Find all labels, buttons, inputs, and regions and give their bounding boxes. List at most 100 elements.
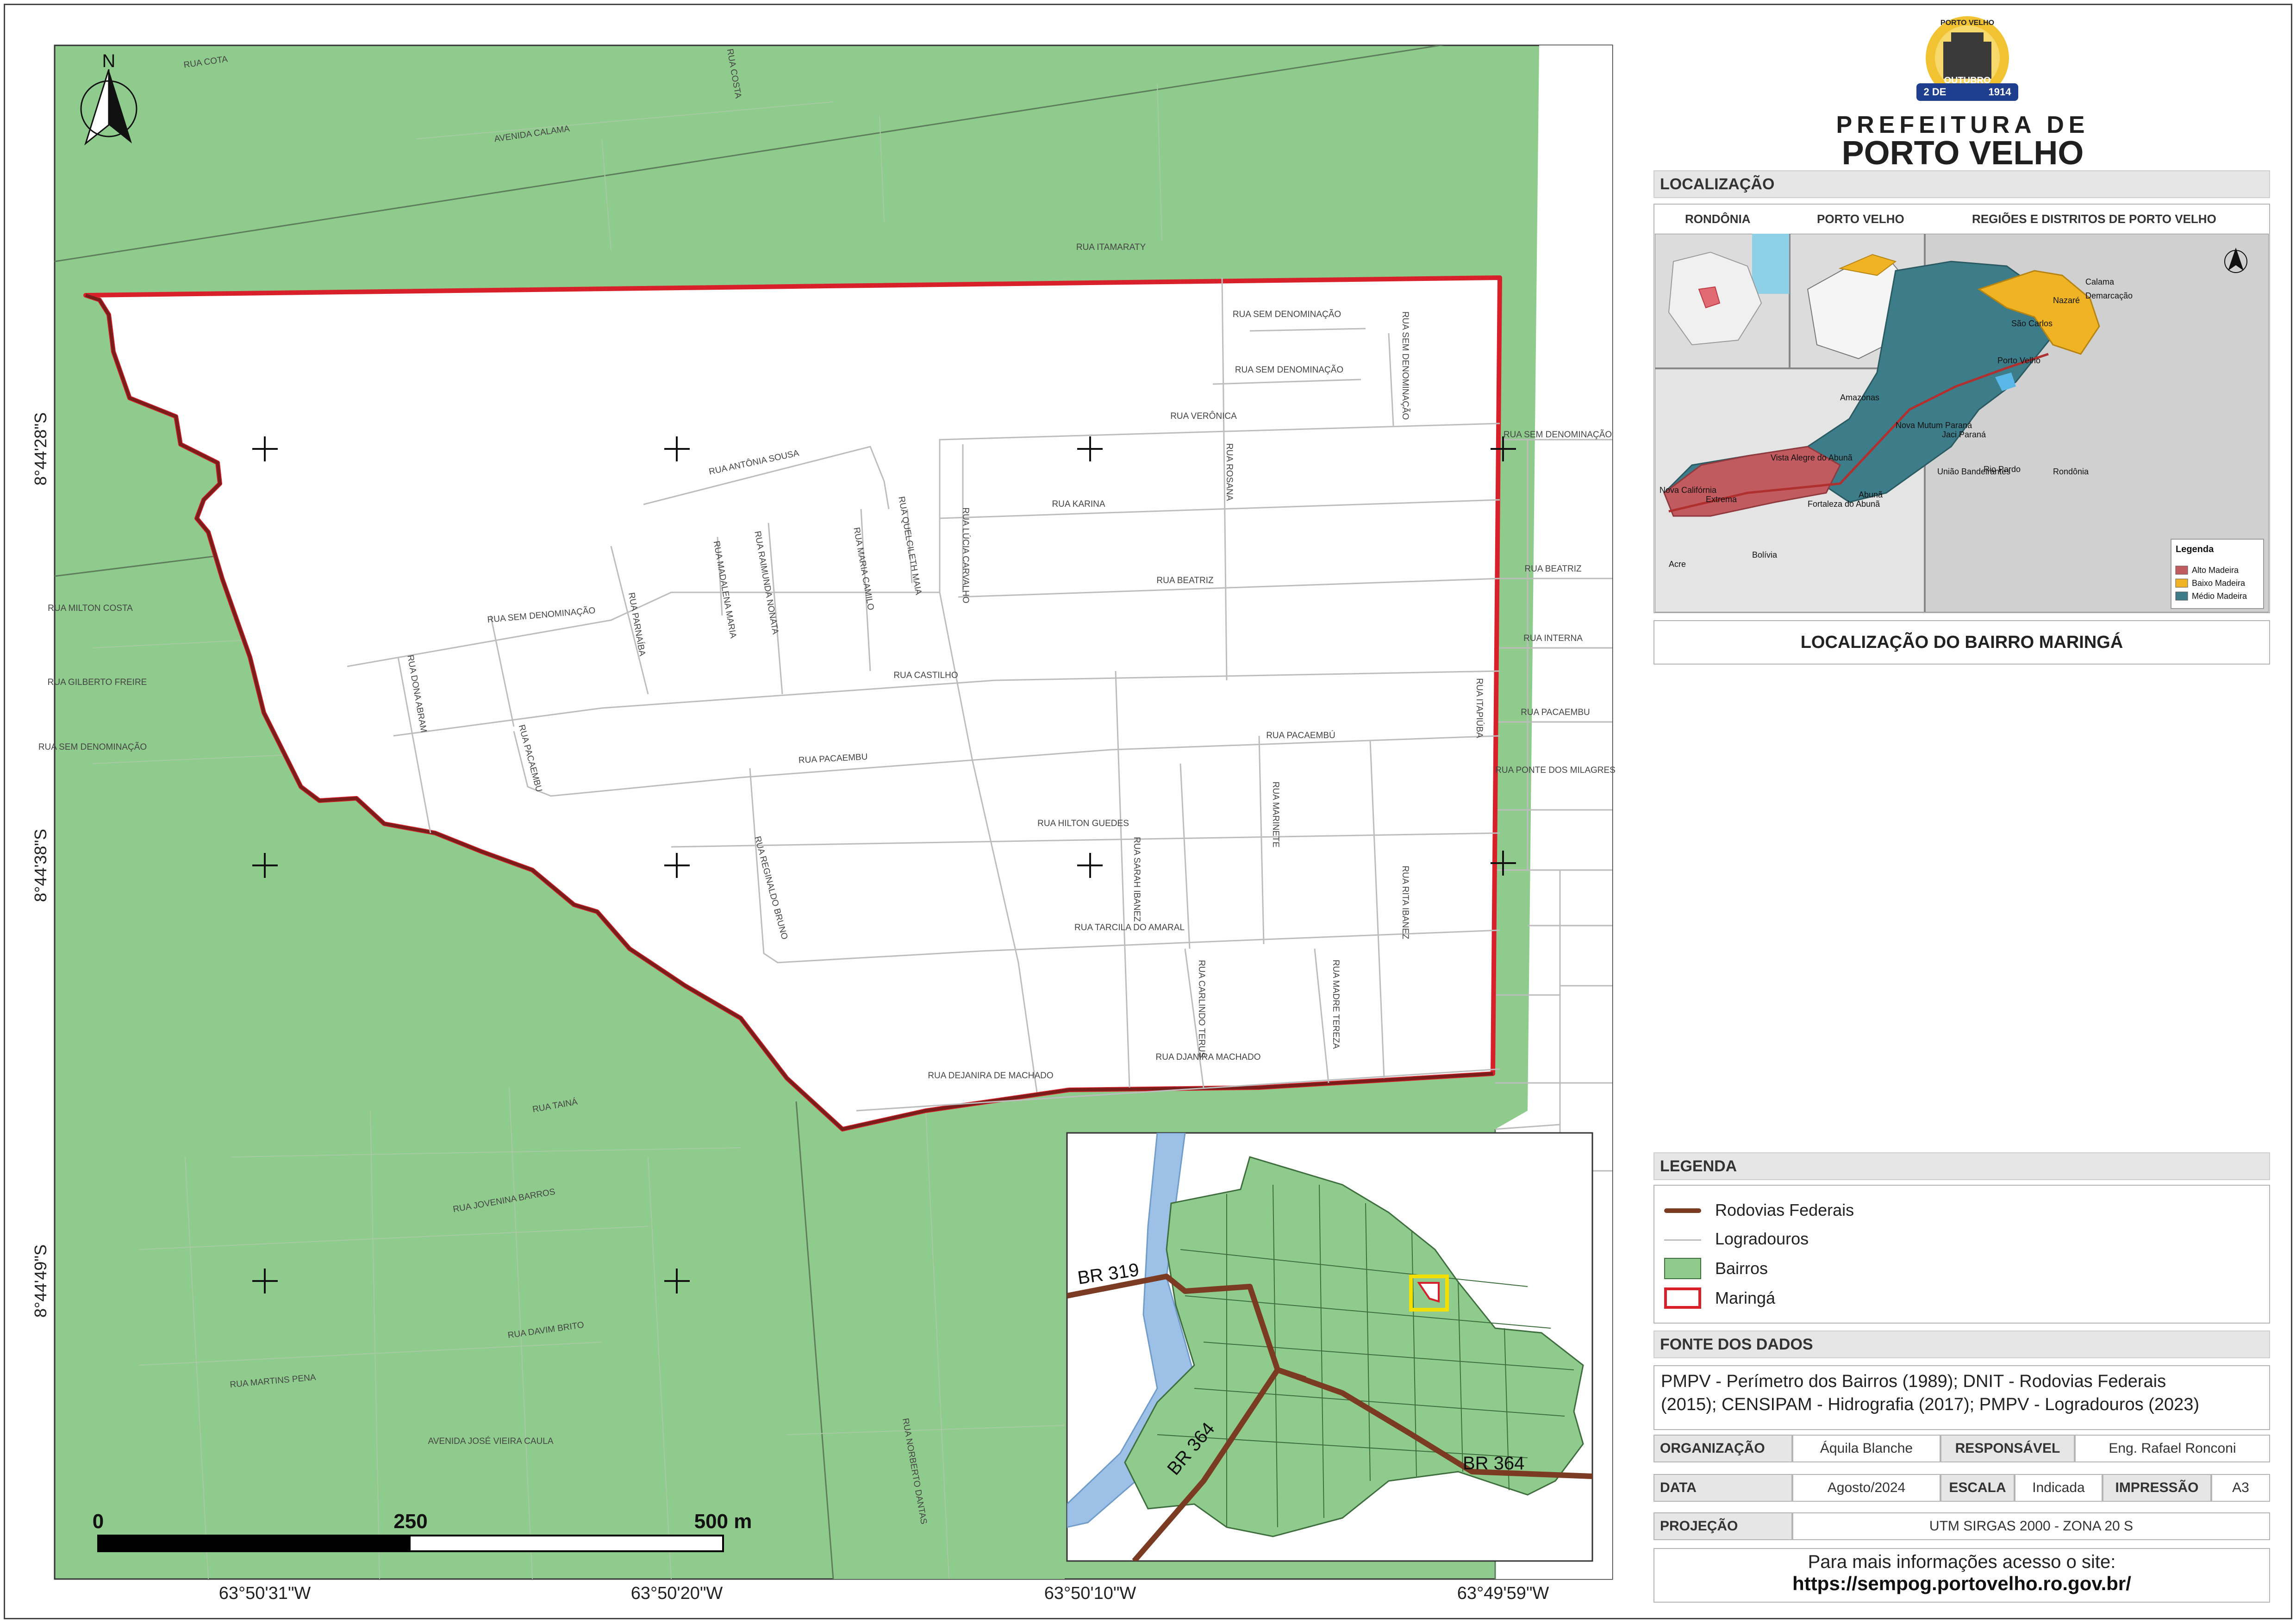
inset-city-map: BR 319 BR 364 BR 364 bbox=[1066, 1132, 1593, 1562]
organizacao-value: Áquila Blanche bbox=[1792, 1435, 1940, 1462]
escala-value: Indicada bbox=[2015, 1474, 2103, 1502]
place-label: Acre bbox=[1669, 560, 1686, 569]
footer-info-text: Para mais informações acesso o site: bbox=[1808, 1552, 2116, 1572]
street-label: RUA TARCILA DO AMARAL bbox=[1074, 923, 1185, 933]
street-label: RUA SEM DENOMINAÇÃO bbox=[1400, 311, 1410, 420]
place-label: Calama bbox=[2085, 277, 2115, 286]
street-label: AVENIDA JOSÉ VIEIRA CAULA bbox=[428, 1436, 553, 1446]
fonte-line-2: (2015); CENSIPAM - Hidrografia (2017); P… bbox=[1661, 1395, 2200, 1414]
street-label: RUA INTERNA bbox=[1523, 634, 1583, 643]
escala-label: ESCALA bbox=[1940, 1474, 2015, 1502]
street-label: RUA MILTON COSTA bbox=[48, 603, 133, 613]
city-seal-logo: PORTO VELHO OUTUBRO 2 DE 1914 bbox=[1916, 16, 2018, 101]
legenda-header: LEGENDA bbox=[1653, 1152, 2270, 1180]
highway-label: BR 364 bbox=[1463, 1453, 1524, 1474]
seal-left-text: 2 DE bbox=[1924, 86, 1947, 98]
footer-url-link[interactable]: https://sempog.portovelho.ro.gov.br/ bbox=[1654, 1573, 2269, 1595]
location-title: LOCALIZAÇÃO DO BAIRRO MARINGÁ bbox=[1653, 620, 2270, 665]
street-label: RUA SEM DENOMINAÇÃO bbox=[1233, 309, 1341, 319]
street-label: RUA PONTE DOS MILAGRES bbox=[1495, 765, 1616, 775]
seal-right-text: 1914 bbox=[1989, 86, 2012, 98]
place-label: Demarcação bbox=[2085, 291, 2133, 300]
impressao-value: A3 bbox=[2211, 1474, 2270, 1502]
street-label: RUA KARINA bbox=[1052, 499, 1105, 509]
mini-legend-swatch bbox=[2175, 566, 2188, 575]
street-label: RUA PACAEMBU bbox=[1521, 708, 1590, 717]
place-label: São Carlos bbox=[2011, 319, 2053, 328]
street-label: RUA SEM DENOMINAÇÃO bbox=[1504, 429, 1612, 440]
scale-label-start: 0 bbox=[93, 1510, 104, 1533]
impressao-label: IMPRESSÃO bbox=[2103, 1474, 2211, 1502]
seal-top-text: PORTO VELHO bbox=[1940, 19, 1994, 27]
legend-item-maringa: Maringá bbox=[1715, 1288, 1776, 1307]
organizacao-label: ORGANIZAÇÃO bbox=[1653, 1435, 1792, 1462]
street-label: RUA RITA IBANEZ bbox=[1400, 865, 1410, 939]
street-label: RUA SARAH IBANEZ bbox=[1132, 837, 1142, 922]
maringa-symbol bbox=[1664, 1287, 1701, 1309]
place-label: Nazaré bbox=[2053, 296, 2080, 305]
street-label: RUA HILTON GUEDES bbox=[1037, 819, 1129, 828]
highway-symbol bbox=[1664, 1208, 1701, 1213]
mini-legend-item: Médio Madeira bbox=[2192, 591, 2247, 601]
place-label: Nova Califórnia bbox=[1660, 485, 1717, 495]
mini-legend-swatch bbox=[2175, 578, 2188, 588]
street-label: RUA CASTILHO bbox=[893, 671, 958, 680]
scale-label-mid: 250 bbox=[393, 1510, 427, 1533]
street-label: RUA DJANIRA MACHADO bbox=[1156, 1052, 1261, 1062]
responsavel-value: Eng. Rafael Ronconi bbox=[2075, 1435, 2270, 1462]
footer-box: Para mais informações acesso o site: htt… bbox=[1653, 1548, 2270, 1603]
place-label: Extrema bbox=[1706, 495, 1737, 504]
data-label: DATA bbox=[1653, 1474, 1792, 1502]
legend-item-rodovias: Rodovias Federais bbox=[1715, 1200, 1854, 1219]
place-label: Rio Pardo bbox=[1984, 465, 2021, 474]
street-label: RUA DEJANIRA DE MACHADO bbox=[928, 1071, 1053, 1081]
street-label: RUA MARINETE bbox=[1271, 782, 1280, 848]
street-label: RUA SEM DENOMINAÇÃO bbox=[1235, 365, 1343, 375]
place-label: Bolívia bbox=[1752, 550, 1778, 560]
place-label: Porto Velho bbox=[1997, 356, 2040, 365]
location-maps: Amazonas Acre Bolívia Rondônia Nova Cali… bbox=[1655, 234, 2269, 612]
latitude-label: 8°44'38"S bbox=[31, 829, 50, 902]
legend-item-logradouros: Logradouros bbox=[1715, 1229, 1809, 1248]
street-label: RUA MADRE TEREZA bbox=[1331, 960, 1341, 1049]
longitude-label: 63°50'10"W bbox=[1044, 1584, 1136, 1603]
fonte-line-1: PMPV - Perímetro dos Bairros (1989); DNI… bbox=[1661, 1372, 2166, 1391]
responsavel-label: RESPONSÁVEL bbox=[1940, 1435, 2075, 1462]
col-title-rondonia: RONDÔNIA bbox=[1685, 212, 1751, 226]
place-label: Nova Mutum Paraná bbox=[1896, 421, 1972, 430]
street-symbol bbox=[1664, 1239, 1701, 1241]
street-label: RUA VERÔNICA bbox=[1170, 411, 1237, 421]
mini-legend-title: Legenda bbox=[2176, 544, 2214, 554]
place-label: Abunã bbox=[1859, 490, 1883, 499]
street-label: RUA ROSANA bbox=[1224, 443, 1234, 501]
localizacao-header: LOCALIZAÇÃO bbox=[1653, 170, 2270, 198]
street-label: RUA CARLINDO TERUS bbox=[1197, 960, 1206, 1058]
mini-legend-swatch bbox=[2175, 591, 2188, 601]
legend-item-bairros: Bairros bbox=[1715, 1259, 1768, 1278]
place-label: Amazonas bbox=[1840, 393, 1879, 402]
bairros-symbol bbox=[1664, 1258, 1701, 1279]
projecao-value: UTM SIRGAS 2000 - ZONA 20 S bbox=[1792, 1512, 2270, 1540]
mini-legend-item: Alto Madeira bbox=[2192, 566, 2239, 575]
street-label: RUA PACAEMBÚ bbox=[1266, 730, 1335, 740]
projecao-label: PROJEÇÃO bbox=[1653, 1512, 1792, 1540]
street-label: RUA ITAPIÚBA bbox=[1474, 678, 1485, 738]
col-title-porto-velho: PORTO VELHO bbox=[1817, 212, 1904, 226]
fonte-box: PMPV - Perímetro dos Bairros (1989); DNI… bbox=[1653, 1365, 2270, 1430]
street-label: RUA GILBERTO FREIRE bbox=[48, 678, 147, 687]
seal-ribbon-text: OUTUBRO bbox=[1944, 75, 1990, 86]
place-label: Rondônia bbox=[2053, 467, 2089, 476]
fonte-header: FONTE DOS DADOS bbox=[1653, 1331, 2270, 1358]
scale-label-end: 500 m bbox=[694, 1510, 752, 1533]
longitude-label: 63°49'59"W bbox=[1457, 1584, 1549, 1603]
longitude-label: 63°50'20"W bbox=[631, 1584, 723, 1603]
street-label: RUA BEATRIZ bbox=[1524, 564, 1582, 574]
north-label: N bbox=[102, 51, 116, 71]
mini-legend-item: Baixo Madeira bbox=[2192, 578, 2246, 588]
place-label: Fortaleza do Abunã bbox=[1808, 499, 1880, 509]
street-label: RUA ITAMARATY bbox=[1076, 243, 1146, 252]
porto-velho-title: PORTO VELHO bbox=[1841, 135, 2084, 172]
street-label: RUA LÚCIA CARVALHO bbox=[961, 507, 971, 603]
data-value: Agosto/2024 bbox=[1792, 1474, 1940, 1502]
place-label: Vista Alegre do Abunã bbox=[1771, 453, 1853, 462]
